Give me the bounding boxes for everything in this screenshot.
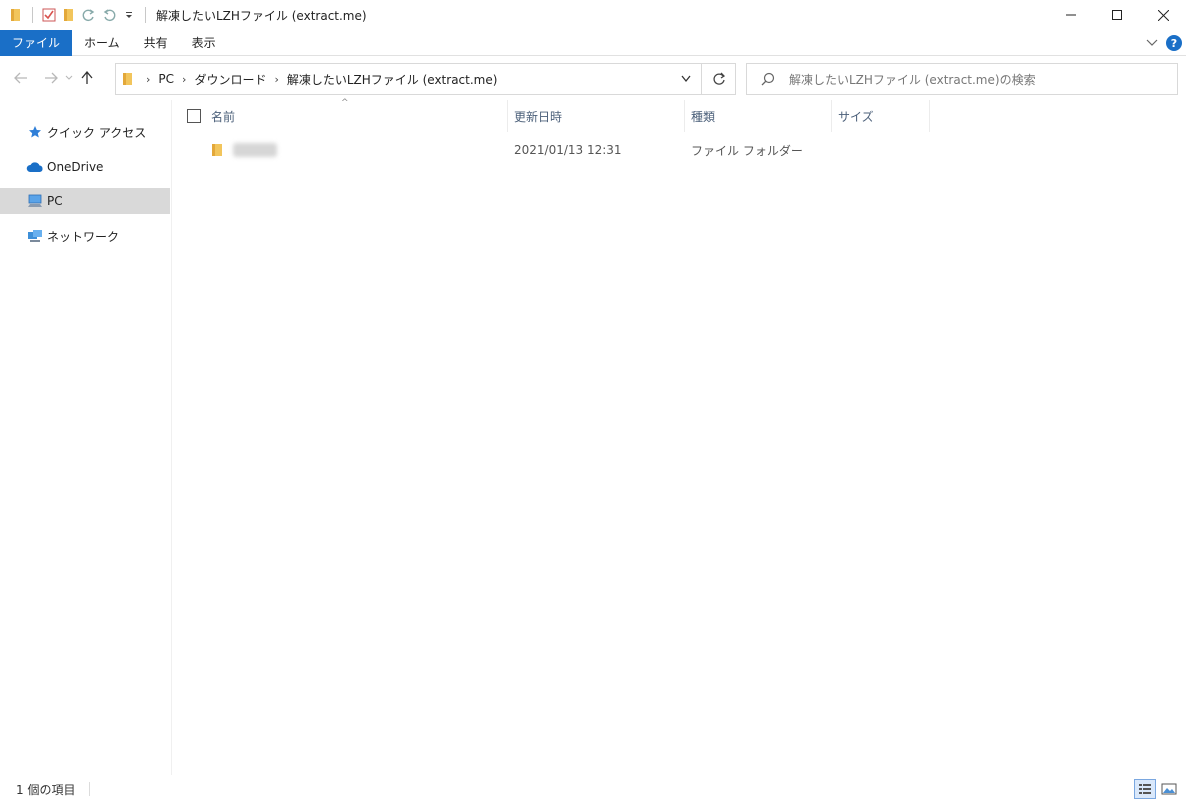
column-header-label: 名前 bbox=[211, 109, 236, 124]
network-icon bbox=[26, 228, 44, 244]
ribbon-right: ? bbox=[1146, 30, 1182, 56]
star-icon bbox=[26, 124, 44, 140]
details-view-button[interactable] bbox=[1134, 779, 1156, 799]
large-icons-view-button[interactable] bbox=[1158, 779, 1180, 799]
select-all-checkbox[interactable] bbox=[187, 109, 201, 123]
navigation-pane: クイック アクセス OneDrive PC ネットワーク bbox=[0, 100, 172, 775]
column-headers: ^ 名前 更新日時 種類 サイズ bbox=[173, 98, 1186, 132]
sidebar-item-quick-access[interactable]: クイック アクセス bbox=[0, 119, 170, 145]
sidebar-item-label: ネットワーク bbox=[47, 229, 120, 244]
refresh-button[interactable] bbox=[702, 63, 736, 95]
sidebar-item-onedrive[interactable]: OneDrive bbox=[0, 154, 170, 180]
undo-icon[interactable] bbox=[99, 0, 119, 30]
status-bar: 1 個の項目 bbox=[0, 778, 1186, 800]
toolbar-divider bbox=[32, 7, 33, 23]
navigation-bar: › PC › ダウンロード › 解凍したいLZHファイル (extract.me… bbox=[0, 56, 1186, 100]
search-input[interactable]: 解凍したいLZHファイル (extract.me)の検索 bbox=[789, 71, 1036, 88]
tab-view[interactable]: 表示 bbox=[180, 30, 228, 56]
address-dropdown-icon[interactable] bbox=[681, 72, 691, 86]
computer-icon bbox=[26, 193, 44, 209]
table-row[interactable]: 2021/01/13 12:31 ファイル フォルダー bbox=[173, 136, 933, 164]
title-bar: 解凍したいLZHファイル (extract.me) bbox=[0, 0, 1186, 30]
window-controls bbox=[1048, 0, 1186, 30]
forward-button[interactable] bbox=[40, 63, 62, 93]
search-icon bbox=[761, 72, 775, 86]
quick-access-toolbar bbox=[0, 0, 152, 30]
ribbon-tabs: ファイル ホーム 共有 表示 ? bbox=[0, 29, 1186, 56]
close-button[interactable] bbox=[1140, 0, 1186, 30]
folder-icon bbox=[211, 143, 225, 157]
folder-icon bbox=[122, 72, 134, 86]
breadcrumb-current-folder[interactable]: 解凍したいLZHファイル (extract.me) bbox=[283, 71, 502, 88]
file-modified-cell: 2021/01/13 12:31 bbox=[514, 143, 622, 157]
folder-icon bbox=[6, 0, 26, 30]
column-header-name[interactable]: 名前 bbox=[173, 100, 508, 132]
maximize-button[interactable] bbox=[1094, 0, 1140, 30]
address-bar[interactable]: › PC › ダウンロード › 解凍したいLZHファイル (extract.me… bbox=[115, 63, 702, 95]
redo-icon[interactable] bbox=[79, 0, 99, 30]
column-header-modified[interactable]: 更新日時 bbox=[508, 100, 685, 132]
cloud-icon bbox=[26, 159, 44, 175]
tab-share[interactable]: 共有 bbox=[132, 30, 180, 56]
breadcrumb-downloads[interactable]: ダウンロード bbox=[190, 71, 270, 88]
expand-ribbon-icon[interactable] bbox=[1146, 36, 1158, 50]
back-button[interactable] bbox=[10, 63, 32, 93]
sidebar-item-pc[interactable]: PC bbox=[0, 188, 170, 214]
item-count: 1 個の項目 bbox=[16, 782, 76, 797]
column-header-type[interactable]: 種類 bbox=[685, 100, 832, 132]
new-folder-icon[interactable] bbox=[59, 0, 79, 30]
properties-icon[interactable] bbox=[39, 0, 59, 30]
file-type-cell: ファイル フォルダー bbox=[691, 143, 803, 158]
toolbar-divider bbox=[145, 7, 146, 23]
help-icon[interactable]: ? bbox=[1166, 35, 1182, 51]
column-header-label: サイズ bbox=[838, 109, 874, 124]
file-name-redacted bbox=[233, 143, 277, 157]
sidebar-item-label: クイック アクセス bbox=[47, 125, 147, 140]
sidebar-item-label: PC bbox=[47, 194, 63, 208]
file-name-cell[interactable] bbox=[211, 136, 277, 164]
tab-home[interactable]: ホーム bbox=[72, 30, 132, 56]
status-divider bbox=[89, 782, 91, 796]
column-header-size[interactable]: サイズ bbox=[832, 100, 930, 132]
search-box[interactable]: 解凍したいLZHファイル (extract.me)の検索 bbox=[746, 63, 1178, 95]
window-title: 解凍したいLZHファイル (extract.me) bbox=[156, 8, 367, 23]
sidebar-item-network[interactable]: ネットワーク bbox=[0, 223, 170, 249]
recent-locations-button[interactable] bbox=[62, 63, 76, 93]
sidebar-item-label: OneDrive bbox=[47, 160, 104, 174]
customize-toolbar-icon[interactable] bbox=[119, 0, 139, 30]
column-header-label: 更新日時 bbox=[514, 109, 563, 124]
breadcrumb-pc[interactable]: PC bbox=[154, 72, 178, 86]
column-header-label: 種類 bbox=[691, 109, 716, 124]
tab-file[interactable]: ファイル bbox=[0, 29, 73, 56]
minimize-button[interactable] bbox=[1048, 0, 1094, 30]
chevron-right-icon[interactable]: › bbox=[178, 73, 190, 86]
chevron-right-icon[interactable]: › bbox=[270, 73, 282, 86]
view-switcher bbox=[1134, 779, 1180, 799]
up-button[interactable] bbox=[76, 63, 98, 93]
chevron-right-icon[interactable]: › bbox=[142, 73, 154, 86]
